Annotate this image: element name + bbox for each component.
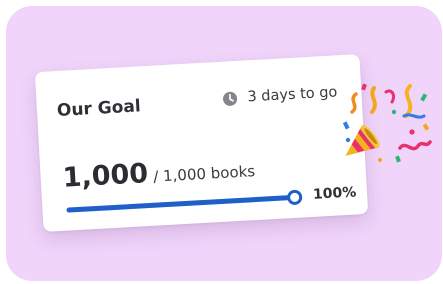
countdown: 3 days to go [222,84,338,106]
progress-count: 1,000 / 1,000 books [62,152,256,194]
progress-track [66,189,303,213]
progress-fill [66,194,295,213]
progress-knob [286,189,303,206]
progress-percent: 100% [312,184,357,203]
party-popper-icon [342,83,432,163]
current-count: 1,000 [61,158,149,194]
clock-icon [222,90,238,106]
goal-title: Our Goal [56,96,142,122]
countdown-text: 3 days to go [247,84,338,106]
goal-card: Our Goal 3 days to go 1,000 / 1,000 book… [34,54,369,232]
target-count: / 1,000 books [152,162,256,186]
